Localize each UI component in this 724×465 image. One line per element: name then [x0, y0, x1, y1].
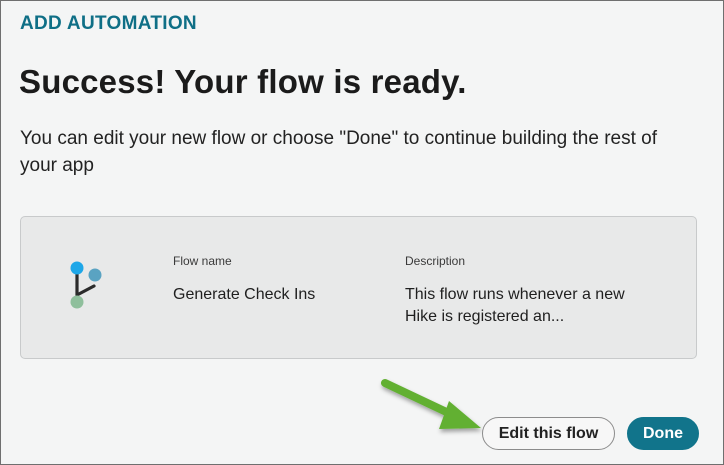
- flow-description-value: This flow runs whenever a new Hike is re…: [405, 286, 625, 325]
- dialog-eyebrow: ADD AUTOMATION: [20, 13, 197, 34]
- flow-branch-icon: [70, 261, 102, 309]
- flow-name-value: Generate Check Ins: [173, 286, 316, 303]
- annotation-arrow-icon: [381, 379, 481, 429]
- dialog-title: Success! Your flow is ready.: [19, 63, 467, 100]
- add-automation-dialog: ADD AUTOMATION Success! Your flow is rea…: [0, 0, 724, 465]
- flow-description-label: Description: [405, 254, 466, 268]
- edit-flow-button[interactable]: Edit this flow: [482, 417, 615, 450]
- done-button[interactable]: Done: [627, 417, 699, 450]
- dialog-subtitle: You can edit your new flow or choose "Do…: [20, 128, 658, 176]
- flow-summary-card: Flow name Generate Check Ins Description…: [20, 216, 697, 359]
- flow-name-label: Flow name: [173, 254, 232, 268]
